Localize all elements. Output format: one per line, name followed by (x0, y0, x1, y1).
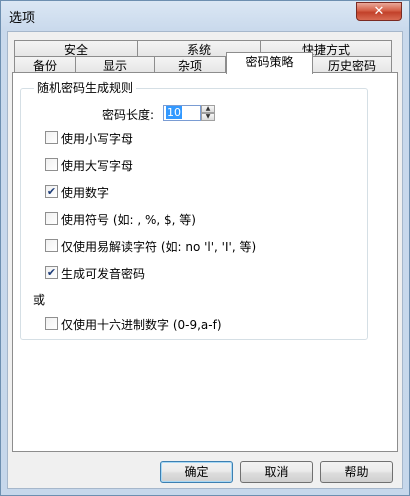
group-title: 随机密码生成规则 (34, 79, 137, 96)
digits-checkbox[interactable]: ✔ (45, 185, 58, 198)
or-label: 或 (33, 293, 46, 307)
option-label: 使用符号 (如: , %, $, 等) (61, 213, 196, 227)
lowercase-checkbox[interactable] (45, 131, 58, 144)
title-bar: 选项 ✕ (1, 1, 409, 31)
readable-only-checkbox[interactable] (45, 239, 58, 252)
option-label: 仅使用易解读字符 (如: no 'l', 'I', 等) (61, 240, 257, 254)
symbols-checkbox[interactable] (45, 212, 58, 225)
option-label: 使用大写字母 (61, 159, 134, 173)
tab-password-policy[interactable]: 密码策略 (226, 52, 313, 74)
password-length-value: 10 (166, 106, 182, 119)
password-length-input[interactable]: 10 (163, 105, 201, 121)
option-label: 仅使用十六进制数字 (0-9,a-f) (61, 318, 222, 332)
spin-down-button[interactable]: ▼ (201, 113, 215, 121)
option-label: 生成可发音密码 (61, 267, 146, 281)
option-label: 使用小写字母 (61, 132, 134, 146)
password-length-spinner: ▲ ▼ (201, 105, 215, 121)
spin-up-button[interactable]: ▲ (201, 105, 215, 113)
chevron-up-icon: ▲ (205, 105, 211, 112)
window-title: 选项 (9, 11, 36, 26)
pronounceable-checkbox[interactable]: ✔ (45, 266, 58, 279)
chevron-down-icon: ▼ (205, 113, 211, 120)
checkmark-icon: ✔ (46, 185, 57, 198)
option-label: 使用数字 (61, 186, 110, 200)
hex-only-checkbox[interactable] (45, 317, 58, 330)
ok-button[interactable]: 确定 (160, 461, 233, 483)
password-length-label: 密码长度: (102, 108, 155, 122)
help-button[interactable]: 帮助 (320, 461, 393, 483)
uppercase-checkbox[interactable] (45, 158, 58, 171)
checkmark-icon: ✔ (46, 266, 57, 279)
close-icon: ✕ (373, 4, 385, 19)
close-button[interactable]: ✕ (356, 2, 402, 21)
cancel-button[interactable]: 取消 (240, 461, 313, 483)
